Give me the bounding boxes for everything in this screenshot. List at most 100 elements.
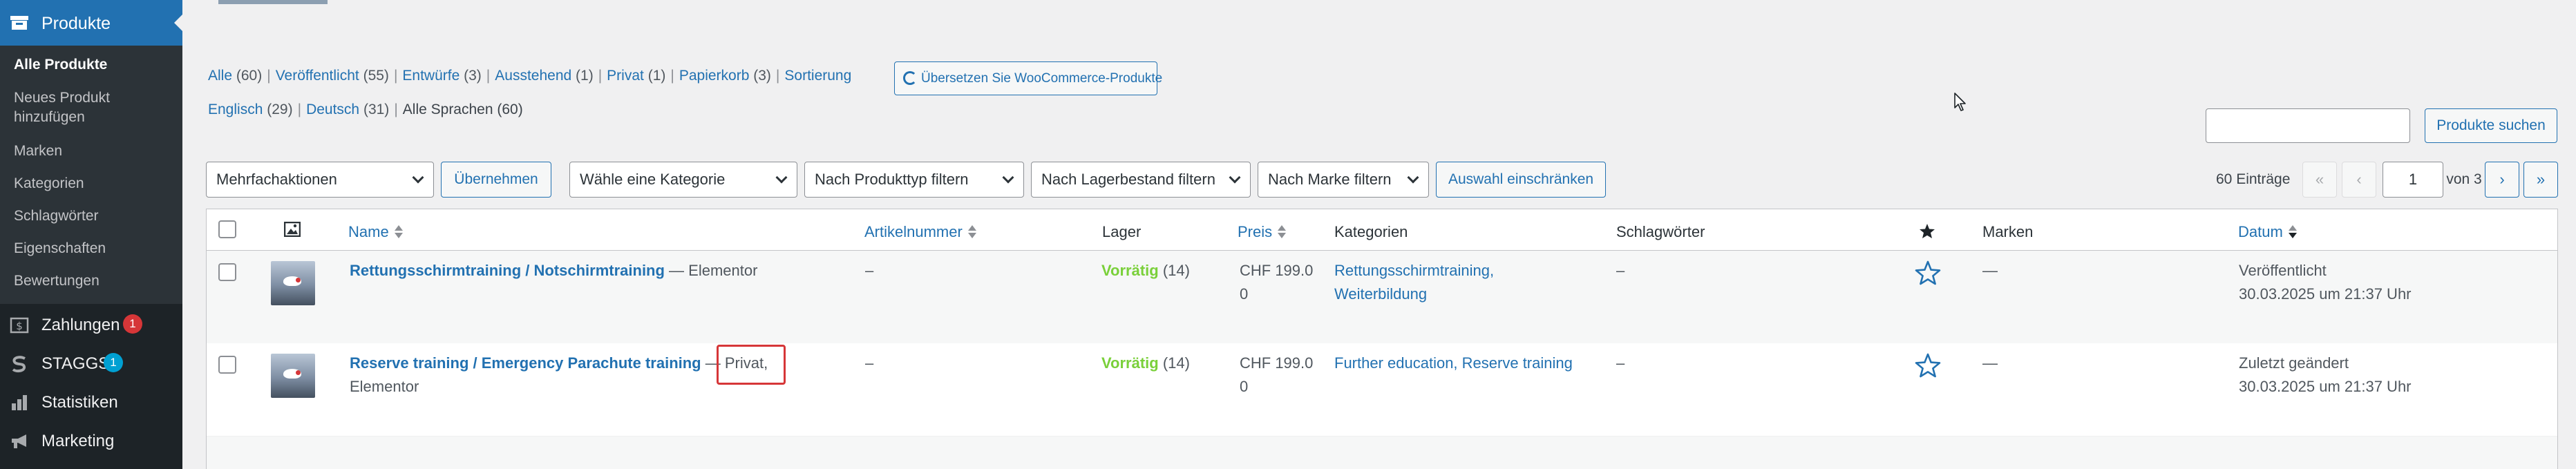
row-checkbox[interactable]	[218, 263, 236, 281]
product-thumbnail[interactable]	[271, 261, 315, 305]
column-date[interactable]: Datum	[2238, 223, 2297, 241]
product-title-link[interactable]: Reserve training / Emergency Parachute t…	[350, 354, 701, 372]
table-row: Rettungsschirmtraining / Notschirmtraini…	[207, 251, 2557, 343]
sku-cell: –	[865, 262, 874, 279]
chevron-down-icon	[1407, 171, 1419, 184]
categories-cell: Further education, Reserve training	[1334, 352, 1573, 375]
submenu-add-product[interactable]: Neues Produkt hinzufügen	[14, 88, 166, 127]
price-cell: CHF 199.0 0	[1240, 354, 1314, 395]
sort-desc-icon	[2288, 224, 2297, 240]
chevron-down-icon	[1002, 171, 1014, 184]
sidebar-submenu: Alle Produkte Neues Produkt hinzufügen M…	[0, 46, 182, 304]
filter-trash[interactable]: Papierkorb (3)	[679, 68, 771, 84]
first-page-button[interactable]: «	[2302, 162, 2337, 198]
stock-filter-select[interactable]: Nach Lagerbestand filtern	[1031, 162, 1251, 198]
submenu-tags[interactable]: Schlagwörter	[14, 207, 166, 226]
chevron-down-icon	[775, 171, 788, 184]
table-row	[207, 436, 2557, 469]
filter-drafts[interactable]: Entwürfe (3)	[402, 68, 481, 84]
sidebar-item-produkte[interactable]: Produkte	[0, 0, 182, 46]
product-type-filter-select[interactable]: Nach Produkttyp filtern	[804, 162, 1024, 198]
categories-cell: Rettungsschirmtraining, Weiterbildung	[1334, 259, 1494, 306]
megaphone-icon	[12, 434, 26, 448]
product-thumbnail[interactable]	[271, 354, 315, 398]
lang-english[interactable]: Englisch (29)	[208, 102, 293, 117]
bulk-action-select[interactable]: Mehrfachaktionen	[206, 162, 434, 198]
column-price[interactable]: Preis	[1238, 223, 1287, 241]
search-products-button[interactable]: Produkte suchen	[2425, 108, 2557, 143]
sidebar-item-staggs[interactable]: STAGGS 1	[0, 344, 182, 383]
submenu-brands[interactable]: Marken	[14, 142, 166, 161]
date-cell: Veröffentlicht 30.03.2025 um 21:37 Uhr	[2239, 262, 2412, 303]
product-search-input[interactable]	[2206, 108, 2410, 143]
column-tags: Schlagwörter	[1616, 223, 1705, 240]
column-sku[interactable]: Artikelnummer	[864, 223, 976, 241]
status-filters: Alle (60) | Veröffentlicht (55) | Entwürfe (…	[208, 68, 852, 84]
price-cell: CHF 199.0 0	[1240, 262, 1314, 303]
last-page-button[interactable]: »	[2523, 162, 2558, 198]
filter-button[interactable]: Auswahl einschränken	[1436, 162, 1606, 198]
translate-products-button[interactable]: Übersetzen Sie WooCommerce-Produkte	[894, 61, 1162, 95]
bar-chart-icon	[12, 395, 27, 410]
product-state: Elementor	[688, 262, 758, 279]
lang-all[interactable]: Alle Sprachen (60)	[403, 102, 523, 117]
submenu-all-products[interactable]: Alle Produkte	[14, 55, 166, 75]
total-pages: von 3	[2446, 171, 2482, 187]
featured-star-icon[interactable]	[1915, 260, 1941, 285]
highlight-annotation	[717, 345, 786, 385]
product-title-link[interactable]: Rettungsschirmtraining / Notschirmtraini…	[350, 262, 665, 279]
sidebar-item-label: Produkte	[41, 14, 111, 33]
sidebar-item-zahlungen[interactable]: $ Zahlungen 1	[0, 305, 182, 344]
sort-icon	[394, 224, 403, 240]
brands-cell: —	[1982, 354, 1998, 372]
featured-star-icon[interactable]	[1919, 223, 1935, 239]
filter-published[interactable]: Veröffentlicht (55)	[276, 68, 389, 84]
image-icon	[284, 222, 301, 237]
sku-cell: –	[865, 354, 874, 372]
prev-page-button[interactable]: ‹	[2342, 162, 2376, 198]
notification-badge: 1	[123, 314, 142, 334]
screen-options-tab[interactable]	[218, 0, 328, 4]
category-link[interactable]: Weiterbildung	[1334, 285, 1427, 303]
submenu-reviews[interactable]: Bewertungen	[14, 271, 166, 291]
sort-icon	[967, 224, 976, 240]
category-link[interactable]: Further education, Reserve training	[1334, 354, 1573, 372]
column-name[interactable]: Name	[348, 223, 403, 241]
submenu-categories[interactable]: Kategorien	[14, 174, 166, 193]
brand-filter-select[interactable]: Nach Marke filtern	[1258, 162, 1429, 198]
staggs-icon	[12, 356, 26, 373]
language-filters: Englisch (29) | Deutsch (31) | Alle Sprachen…	[208, 102, 523, 117]
tags-cell: –	[1616, 262, 1625, 279]
next-page-button[interactable]: ›	[2485, 162, 2519, 198]
sidebar-item-label: Zahlungen	[41, 316, 120, 334]
items-count: 60 Einträge	[2216, 171, 2291, 187]
filter-pending[interactable]: Ausstehend (1)	[495, 68, 593, 84]
filter-sorting[interactable]: Sortierung	[784, 68, 851, 84]
row-checkbox[interactable]	[218, 356, 236, 374]
stock-cell: Vorrätig (14)	[1101, 262, 1190, 279]
category-filter-select[interactable]: Wähle eine Kategorie	[569, 162, 797, 198]
brands-cell: —	[1982, 262, 1998, 279]
filter-private[interactable]: Privat (1)	[607, 68, 665, 84]
wpml-icon	[903, 71, 917, 85]
featured-star-icon[interactable]	[1915, 353, 1941, 378]
lang-german[interactable]: Deutsch (31)	[306, 102, 389, 117]
sidebar-item-label: Marketing	[41, 432, 115, 450]
sort-icon	[1278, 224, 1287, 240]
filter-all[interactable]: Alle (60)	[208, 68, 262, 84]
sidebar-item-marketing[interactable]: Marketing	[0, 421, 182, 460]
table-row: Reserve training / Emergency Parachute t…	[207, 343, 2557, 436]
sidebar-item-label: Statistiken	[41, 393, 118, 412]
submenu-attributes[interactable]: Eigenschaften	[14, 239, 166, 258]
category-link[interactable]: Rettungsschirmtraining,	[1334, 262, 1494, 279]
select-all-checkbox[interactable]	[218, 220, 236, 238]
column-brands: Marken	[1982, 223, 2034, 240]
svg-text:$: $	[16, 320, 23, 332]
apply-button[interactable]: Übernehmen	[441, 162, 551, 198]
product-state: Elementor	[350, 378, 419, 395]
current-page-input[interactable]: 1	[2383, 162, 2443, 198]
notification-badge: 1	[104, 353, 123, 372]
sidebar-item-statistiken[interactable]: Statistiken	[0, 383, 182, 421]
column-stock: Lager	[1102, 223, 1142, 240]
table-header: Name Artikelnummer Lager Preis Kategorie…	[207, 209, 2557, 251]
